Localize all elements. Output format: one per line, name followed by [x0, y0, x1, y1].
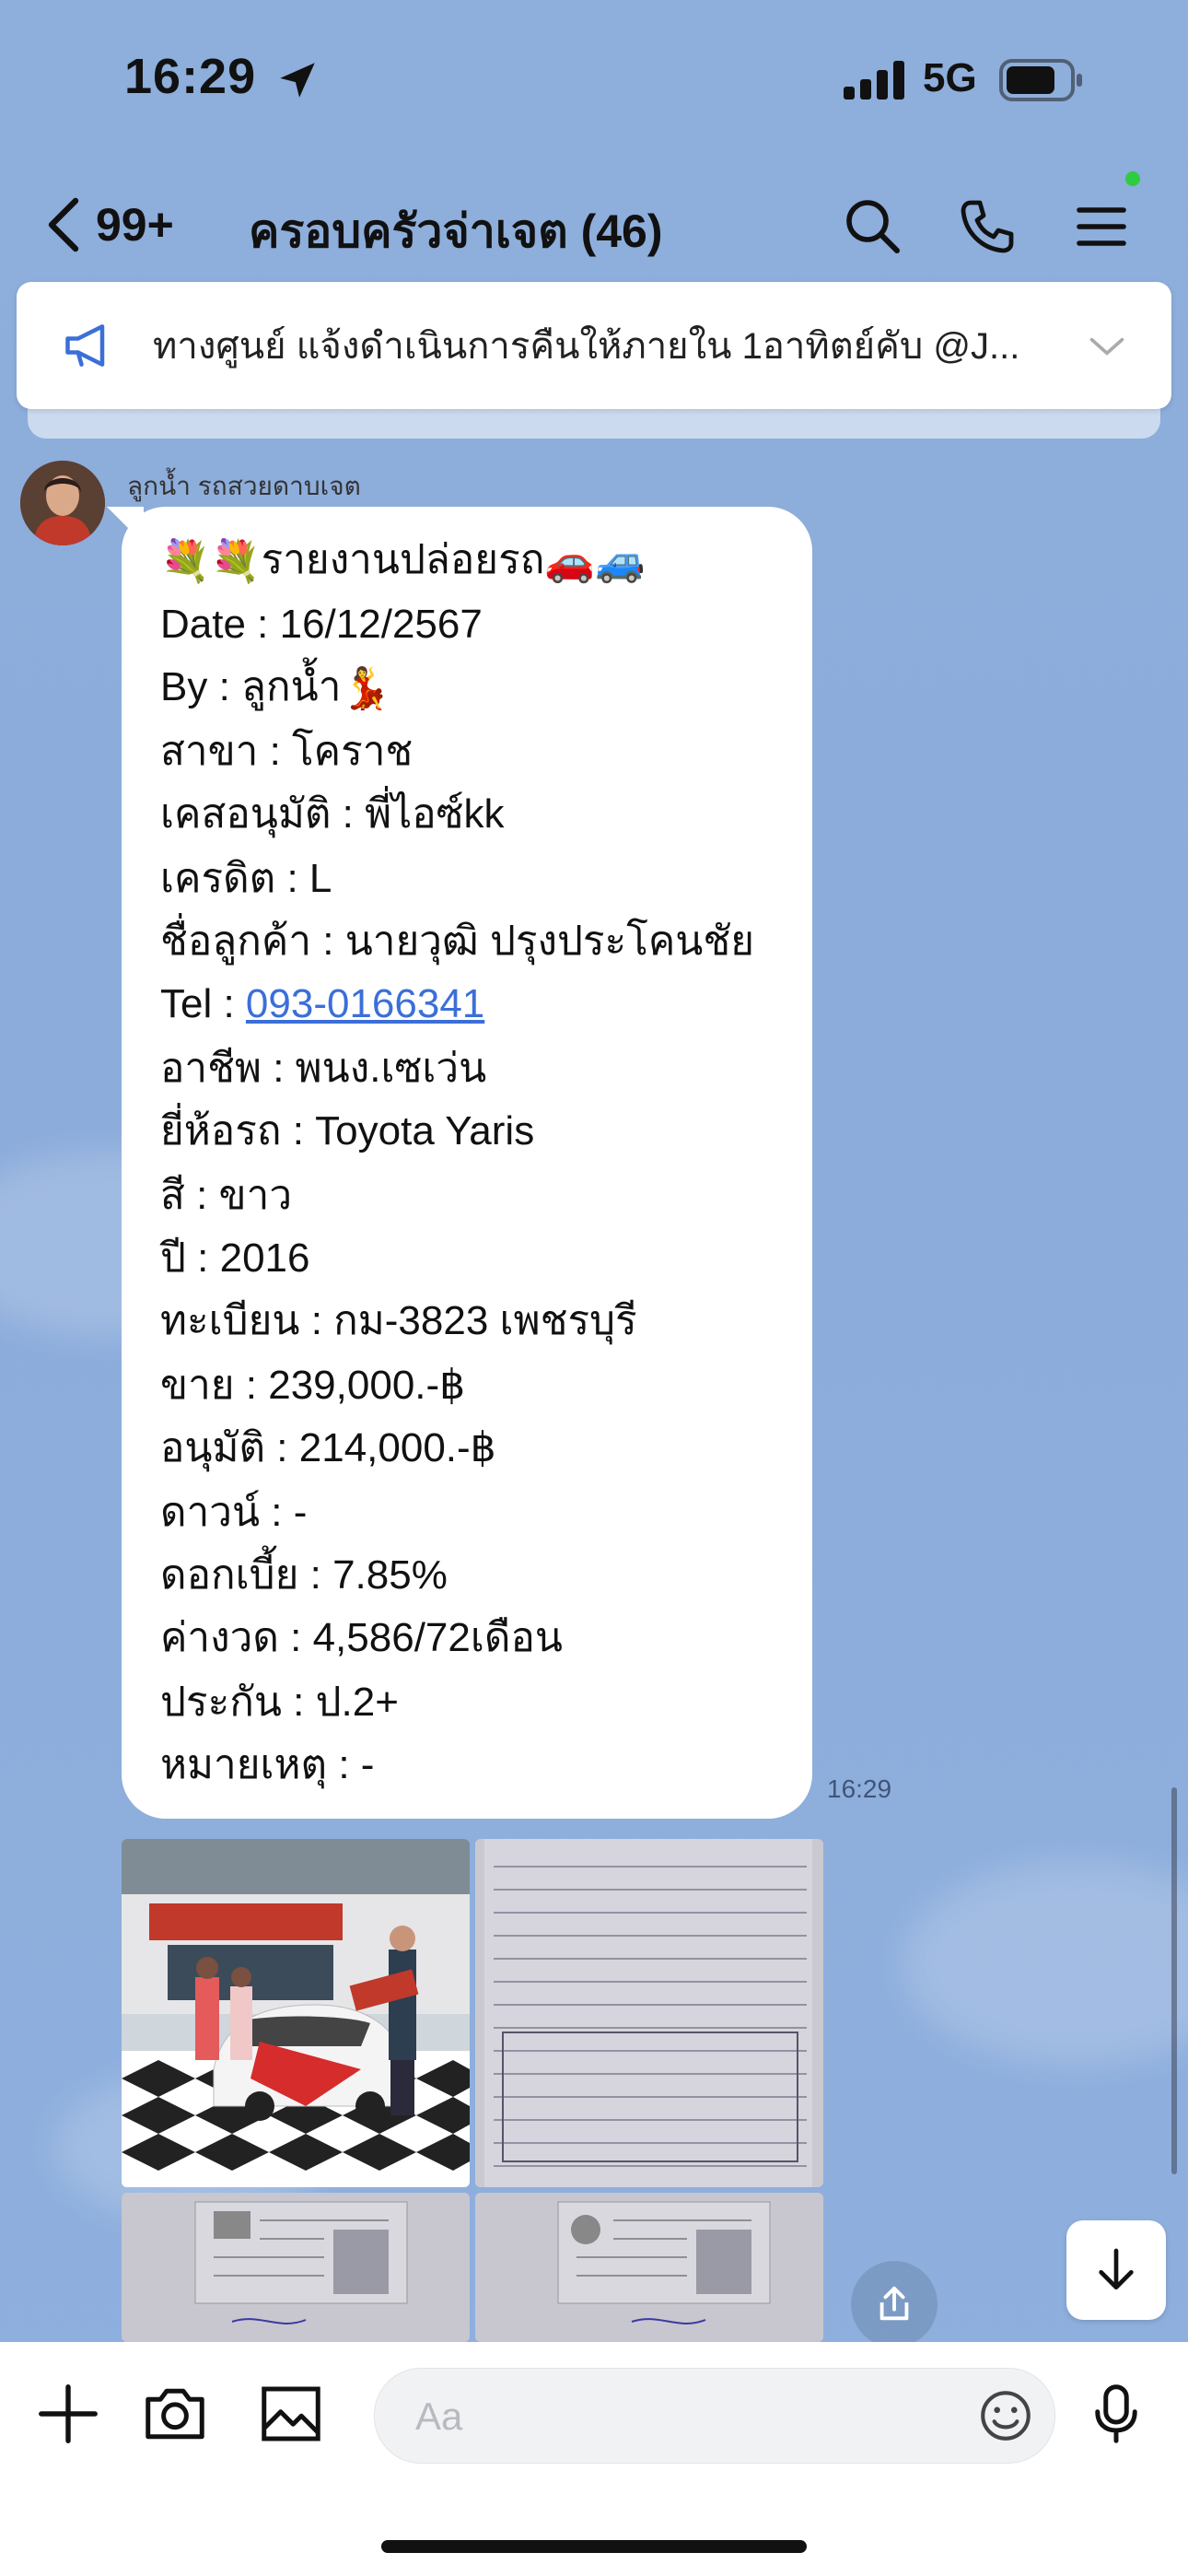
line-job: อาชีพ : พนง.เซเว่น	[160, 1046, 487, 1091]
status-time: 16:29	[124, 49, 257, 104]
line-color: สี : ขาว	[160, 1173, 293, 1218]
unread-count: 99+	[96, 199, 174, 251]
document-image	[475, 1839, 823, 2187]
signal-icon	[844, 61, 904, 100]
message-input-placeholder: Aa	[415, 2395, 463, 2438]
announcement-banner[interactable]: ทางศูนย์ แจ้งดำเนินการคืนให้ภายใน 1อาทิต…	[17, 282, 1171, 409]
photo-contract-document[interactable]	[475, 1839, 823, 2187]
report-title-line: 💐💐รายงานปล่อยรถ🚗🚙	[160, 537, 646, 585]
dancer-emoji: 💃	[341, 666, 392, 712]
line-interest: ดอกเบี้ย : 7.85%	[160, 1552, 448, 1598]
scroll-to-bottom-button[interactable]	[1066, 2220, 1166, 2320]
message-input[interactable]: Aa	[374, 2368, 1055, 2464]
search-icon[interactable]	[844, 197, 903, 256]
sender-avatar[interactable]	[20, 461, 105, 545]
sender-name: ลูกน้ำ รถสวยดาบเจต	[127, 472, 361, 500]
tel-label: Tel :	[160, 981, 246, 1026]
phone-icon[interactable]	[958, 197, 1017, 256]
chat-header: 99+ ครอบครัวจ่าเจต (46)	[0, 175, 1188, 276]
microphone-icon[interactable]	[1083, 2381, 1149, 2447]
back-icon	[48, 197, 79, 252]
photo-id-card-2[interactable]	[475, 2193, 823, 2342]
avatar-image	[20, 461, 105, 545]
online-indicator-dot	[1125, 171, 1140, 186]
plus-icon[interactable]	[35, 2381, 101, 2447]
scrollbar[interactable]	[1171, 1787, 1177, 2174]
car-emoji: 🚗🚙	[544, 539, 646, 585]
line-date: Date : 16/12/2567	[160, 602, 483, 647]
arrow-down-icon	[1099, 2248, 1134, 2289]
line-plate: ทะเบียน : กม-3823 เพชรบุรี	[160, 1298, 637, 1343]
line-insurance: ประกัน : ป.2+	[160, 1680, 399, 1725]
announcement-text: ทางศูนย์ แจ้งดำเนินการคืนให้ภายใน 1อาทิต…	[153, 326, 1020, 367]
back-button[interactable]: 99+	[46, 188, 174, 262]
battery-icon	[999, 59, 1082, 101]
bouquet-emoji: 💐💐	[160, 539, 262, 585]
report-title: รายงานปล่อยรถ	[261, 537, 545, 582]
car-delivery-image	[122, 1839, 470, 2187]
photo-car-delivery[interactable]	[122, 1839, 470, 2187]
line-by: By : ลูกน้ำ💃	[160, 664, 392, 712]
line-customer: ชื่อลูกค้า : นายวุฒิ ปรุงประโคนชัย	[160, 919, 754, 964]
line-year: ปี : 2016	[160, 1235, 310, 1281]
line-credit: เครดิต : L	[160, 856, 332, 901]
network-type: 5G	[923, 55, 977, 100]
id-card-image	[122, 2193, 470, 2342]
emoji-icon[interactable]	[975, 2385, 1036, 2446]
line-by-text: By : ลูกน้ำ	[160, 664, 342, 709]
photo-id-card-1[interactable]	[122, 2193, 470, 2342]
camera-icon[interactable]	[142, 2381, 208, 2447]
message-time: 16:29	[827, 1774, 892, 1803]
status-bar: 16:29 5G	[0, 0, 1188, 157]
share-button[interactable]	[851, 2261, 938, 2348]
line-note: หมายเหตุ : -	[160, 1742, 375, 1787]
share-icon	[879, 2286, 909, 2321]
line-tel: Tel : 093-0166341	[160, 981, 484, 1026]
megaphone-icon	[65, 324, 105, 367]
location-arrow-icon	[280, 63, 315, 98]
line-approved: อนุมัติ : 214,000.-฿	[160, 1425, 496, 1470]
tel-link[interactable]: 093-0166341	[246, 981, 484, 1026]
line-brand: ยี่ห้อรถ : Toyota Yaris	[160, 1108, 535, 1153]
line-down: ดาวน์ : -	[160, 1490, 308, 1535]
menu-icon[interactable]	[1072, 197, 1131, 256]
chat-title: ครอบครัวจ่าเจต (46)	[249, 205, 663, 257]
home-indicator	[381, 2540, 807, 2553]
line-sell: ขาย : 239,000.-฿	[160, 1363, 466, 1408]
line-branch: สาขา : โคราช	[160, 729, 413, 774]
image-icon[interactable]	[258, 2381, 324, 2447]
id-card-image-2	[475, 2193, 823, 2342]
chevron-down-icon[interactable]	[1087, 326, 1127, 367]
line-approver: เคสอนุมัติ : พี่ไอซ์kk	[160, 791, 505, 837]
line-installment: ค่างวด : 4,586/72เดือน	[160, 1615, 563, 1660]
